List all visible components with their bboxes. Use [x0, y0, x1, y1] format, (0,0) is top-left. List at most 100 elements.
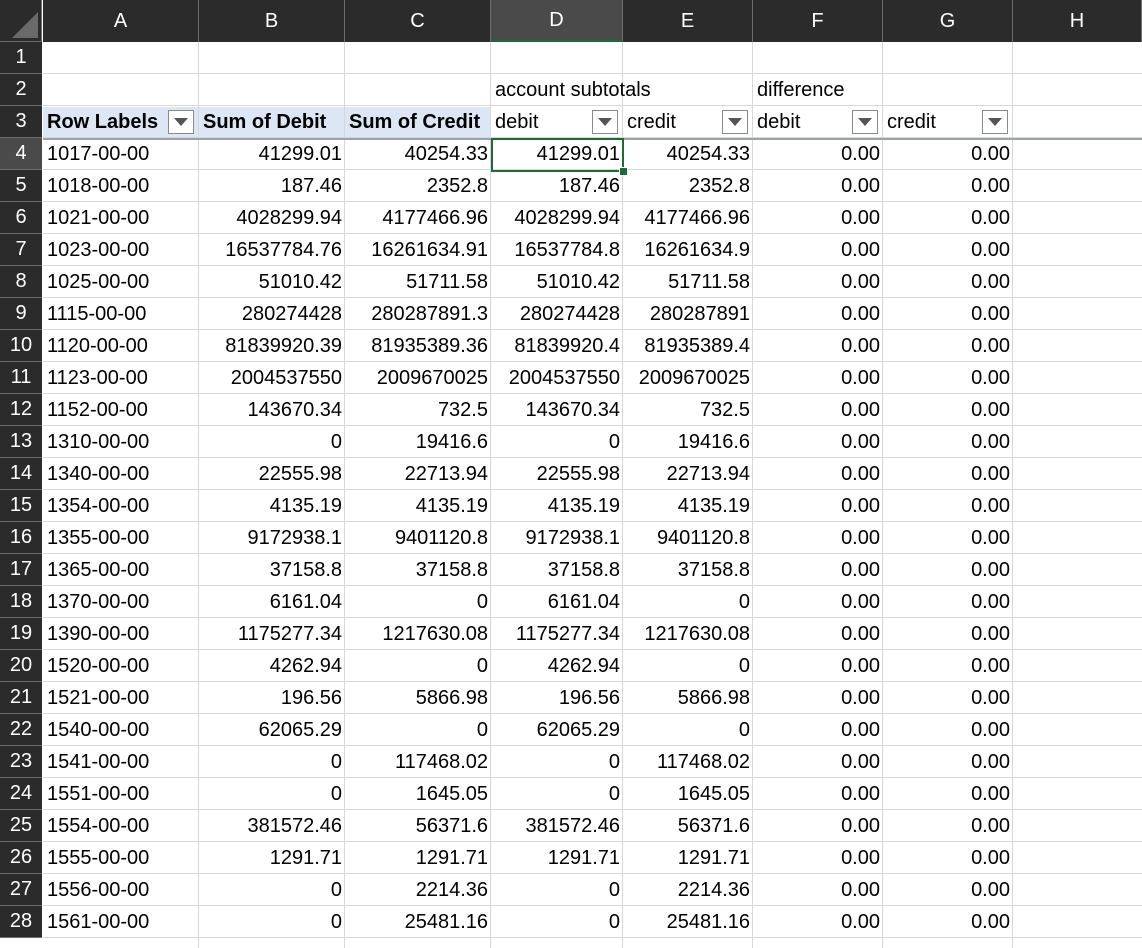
- cell-d28[interactable]: 0: [491, 906, 623, 937]
- row-header-21[interactable]: 21: [0, 682, 42, 714]
- cell-a7[interactable]: 1023-00-00: [43, 234, 199, 265]
- row-header-10[interactable]: 10: [0, 330, 42, 362]
- cell-e8[interactable]: 51711.58: [623, 266, 753, 297]
- cell-a4[interactable]: 1017-00-00: [43, 138, 199, 169]
- cell-e28[interactable]: 25481.16: [623, 906, 753, 937]
- cell-g13[interactable]: 0.00: [883, 426, 1013, 457]
- cell-c24[interactable]: 1645.05: [345, 778, 491, 809]
- cell-f11[interactable]: 0.00: [753, 362, 883, 393]
- cell-a12[interactable]: 1152-00-00: [43, 394, 199, 425]
- cell-g14[interactable]: 0.00: [883, 458, 1013, 489]
- column-header-g[interactable]: G: [883, 0, 1013, 42]
- cell-c12[interactable]: 732.5: [345, 394, 491, 425]
- cell-g28[interactable]: 0.00: [883, 906, 1013, 937]
- cell-e25[interactable]: 56371.6: [623, 810, 753, 841]
- cell-b14[interactable]: 22555.98: [199, 458, 345, 489]
- cell-g5[interactable]: 0.00: [883, 170, 1013, 201]
- cell-g25[interactable]: 0.00: [883, 810, 1013, 841]
- cell-c9[interactable]: 280287891.3: [345, 298, 491, 329]
- select-all-corner[interactable]: [0, 0, 42, 42]
- cell-f21[interactable]: 0.00: [753, 682, 883, 713]
- cell-d16[interactable]: 9172938.1: [491, 522, 623, 553]
- cell-d19[interactable]: 1175277.34: [491, 618, 623, 649]
- cell-a17[interactable]: 1365-00-00: [43, 554, 199, 585]
- cell-f10[interactable]: 0.00: [753, 330, 883, 361]
- row-header-2[interactable]: 2: [0, 74, 42, 106]
- cell-d12[interactable]: 143670.34: [491, 394, 623, 425]
- cell-f5[interactable]: 0.00: [753, 170, 883, 201]
- cell-d15[interactable]: 4135.19: [491, 490, 623, 521]
- cell-a27[interactable]: 1556-00-00: [43, 874, 199, 905]
- row-header-26[interactable]: 26: [0, 842, 42, 874]
- cell-f28[interactable]: 0.00: [753, 906, 883, 937]
- cell-e4[interactable]: 40254.33: [623, 138, 753, 169]
- cell-a6[interactable]: 1021-00-00: [43, 202, 199, 233]
- cell-a16[interactable]: 1355-00-00: [43, 522, 199, 553]
- cell-g8[interactable]: 0.00: [883, 266, 1013, 297]
- cell-f9[interactable]: 0.00: [753, 298, 883, 329]
- cell-b10[interactable]: 81839920.39: [199, 330, 345, 361]
- cell-b18[interactable]: 6161.04: [199, 586, 345, 617]
- cell-a5[interactable]: 1018-00-00: [43, 170, 199, 201]
- cell-g6[interactable]: 0.00: [883, 202, 1013, 233]
- cell-g15[interactable]: 0.00: [883, 490, 1013, 521]
- cell-a20[interactable]: 1520-00-00: [43, 650, 199, 681]
- cell-b27[interactable]: 0: [199, 874, 345, 905]
- cell-b4[interactable]: 41299.01: [199, 138, 345, 169]
- row-header-7[interactable]: 7: [0, 234, 42, 266]
- cell-e15[interactable]: 4135.19: [623, 490, 753, 521]
- row-header-15[interactable]: 15: [0, 490, 42, 522]
- cell-b6[interactable]: 4028299.94: [199, 202, 345, 233]
- row-header-13[interactable]: 13: [0, 426, 42, 458]
- filter-dropdown-button[interactable]: [592, 110, 618, 134]
- filter-dropdown-button[interactable]: [722, 110, 748, 134]
- cell-b23[interactable]: 0: [199, 746, 345, 777]
- cell-c18[interactable]: 0: [345, 586, 491, 617]
- row-header-11[interactable]: 11: [0, 362, 42, 394]
- cell-d21[interactable]: 196.56: [491, 682, 623, 713]
- column-header-b[interactable]: B: [199, 0, 345, 42]
- row-header-8[interactable]: 8: [0, 266, 42, 298]
- cell-a22[interactable]: 1540-00-00: [43, 714, 199, 745]
- cell-g20[interactable]: 0.00: [883, 650, 1013, 681]
- cell-e21[interactable]: 5866.98: [623, 682, 753, 713]
- row-header-23[interactable]: 23: [0, 746, 42, 778]
- cell-d23[interactable]: 0: [491, 746, 623, 777]
- cell-b17[interactable]: 37158.8: [199, 554, 345, 585]
- cell-b13[interactable]: 0: [199, 426, 345, 457]
- cell-f20[interactable]: 0.00: [753, 650, 883, 681]
- cell-d4[interactable]: 41299.01: [491, 138, 623, 169]
- cell-f12[interactable]: 0.00: [753, 394, 883, 425]
- cell-c5[interactable]: 2352.8: [345, 170, 491, 201]
- column-header-e[interactable]: E: [623, 0, 753, 42]
- cell-d18[interactable]: 6161.04: [491, 586, 623, 617]
- cell-a11[interactable]: 1123-00-00: [43, 362, 199, 393]
- row-header-16[interactable]: 16: [0, 522, 42, 554]
- cell-e9[interactable]: 280287891: [623, 298, 753, 329]
- row-header-19[interactable]: 19: [0, 618, 42, 650]
- cell-a23[interactable]: 1541-00-00: [43, 746, 199, 777]
- cell-a15[interactable]: 1354-00-00: [43, 490, 199, 521]
- cell-f15[interactable]: 0.00: [753, 490, 883, 521]
- cell-g11[interactable]: 0.00: [883, 362, 1013, 393]
- column-header-f[interactable]: F: [753, 0, 883, 42]
- cell-d13[interactable]: 0: [491, 426, 623, 457]
- cell-c21[interactable]: 5866.98: [345, 682, 491, 713]
- cell-a13[interactable]: 1310-00-00: [43, 426, 199, 457]
- row-header-18[interactable]: 18: [0, 586, 42, 618]
- cell-a19[interactable]: 1390-00-00: [43, 618, 199, 649]
- cell-a8[interactable]: 1025-00-00: [43, 266, 199, 297]
- cell-c11[interactable]: 2009670025: [345, 362, 491, 393]
- cell-c7[interactable]: 16261634.91: [345, 234, 491, 265]
- filter-dropdown-button[interactable]: [982, 110, 1008, 134]
- cell-c4[interactable]: 40254.33: [345, 138, 491, 169]
- cell-f25[interactable]: 0.00: [753, 810, 883, 841]
- cell-c15[interactable]: 4135.19: [345, 490, 491, 521]
- cell-e17[interactable]: 37158.8: [623, 554, 753, 585]
- cell-c23[interactable]: 117468.02: [345, 746, 491, 777]
- column-header-h[interactable]: H: [1013, 0, 1142, 42]
- cell-c8[interactable]: 51711.58: [345, 266, 491, 297]
- column-header-d[interactable]: D: [491, 0, 623, 42]
- cell-g22[interactable]: 0.00: [883, 714, 1013, 745]
- cell-b12[interactable]: 143670.34: [199, 394, 345, 425]
